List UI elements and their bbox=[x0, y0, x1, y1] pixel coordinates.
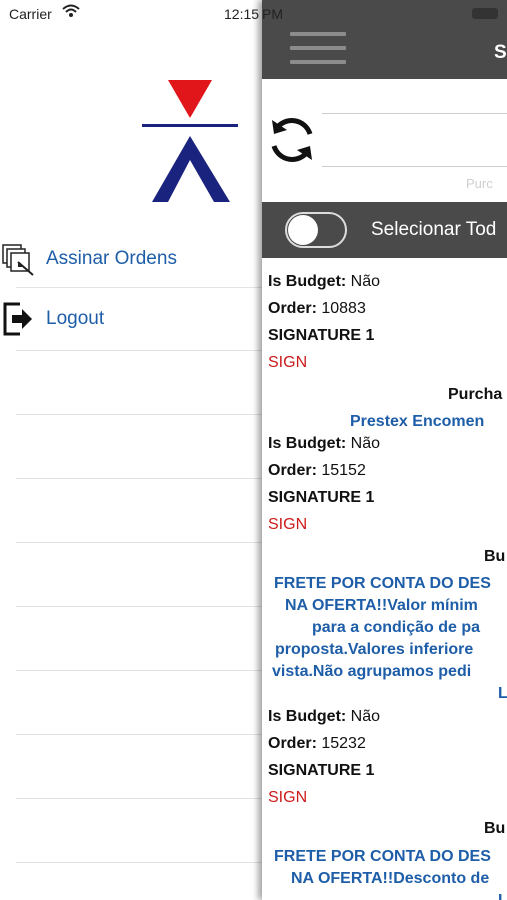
sign-button[interactable]: SIGN bbox=[268, 511, 380, 538]
divider bbox=[16, 542, 262, 543]
divider bbox=[16, 862, 262, 863]
battery-icon bbox=[472, 8, 498, 19]
is-budget-label: Is Budget: bbox=[268, 273, 347, 290]
note-text: FRETE POR CONTA DO DES NA OFERTA!!Valor … bbox=[272, 573, 507, 705]
menu-item-label: Assinar Ordens bbox=[46, 248, 177, 269]
nav-title: S bbox=[494, 42, 507, 63]
order-number: 15232 bbox=[321, 735, 366, 752]
note-line: Lt bbox=[272, 890, 507, 900]
order-label: Order: bbox=[268, 735, 317, 752]
clock-hours: 12:15 bbox=[224, 6, 260, 22]
order-label: Order: bbox=[268, 462, 317, 479]
order-card[interactable]: Is Budget: Não Order: 15232 SIGNATURE 1 … bbox=[268, 703, 380, 811]
orders-panel: S Purc Selecionar Tod Is Budget: Não Ord… bbox=[262, 0, 507, 900]
search-input[interactable] bbox=[322, 113, 507, 167]
is-budget-label: Is Budget: bbox=[268, 708, 347, 725]
divider bbox=[16, 414, 262, 415]
select-all-bar: Selecionar Tod bbox=[262, 202, 507, 258]
note-title: Purcha bbox=[448, 386, 503, 403]
side-drawer: Assinar Ordens Logout bbox=[0, 0, 262, 900]
search-placeholder: Purc bbox=[466, 176, 493, 191]
carrier-label: Carrier bbox=[9, 6, 52, 22]
order-label: Order: bbox=[268, 300, 317, 317]
menu-item-label: Logout bbox=[46, 308, 105, 329]
order-number: 15152 bbox=[321, 462, 366, 479]
divider bbox=[16, 478, 262, 479]
divider bbox=[16, 734, 262, 735]
order-card[interactable]: Is Budget: Não Order: 15152 SIGNATURE 1 … bbox=[268, 430, 380, 538]
logout-icon bbox=[2, 302, 36, 336]
hamburger-menu-icon[interactable] bbox=[290, 32, 346, 70]
note-text: FRETE POR CONTA DO DES NA OFERTA!!Descon… bbox=[272, 846, 507, 900]
signature-label: SIGNATURE 1 bbox=[268, 762, 375, 779]
is-budget-label: Is Budget: bbox=[268, 435, 347, 452]
sign-button[interactable]: SIGN bbox=[268, 349, 380, 376]
note-title: Bu bbox=[484, 820, 506, 837]
note-line: para a condição de pa bbox=[312, 619, 481, 636]
stack-edit-icon bbox=[2, 242, 36, 276]
menu-item-logout[interactable]: Logout bbox=[0, 288, 262, 350]
signature-label: SIGNATURE 1 bbox=[268, 489, 375, 506]
is-budget-value: Não bbox=[350, 708, 381, 725]
signature-label: SIGNATURE 1 bbox=[268, 327, 375, 344]
is-budget-value: Não bbox=[350, 435, 381, 452]
note-line: FRETE POR CONTA DO DES bbox=[274, 575, 491, 592]
divider bbox=[16, 350, 262, 351]
note-line: NA OFERTA!!Valor mínim bbox=[285, 597, 478, 614]
refresh-icon[interactable] bbox=[266, 112, 318, 168]
company-logo bbox=[142, 80, 238, 202]
note-line: NA OFERTA!!Desconto de bbox=[291, 870, 490, 887]
clock-ampm: PM bbox=[262, 6, 283, 22]
divider bbox=[16, 670, 262, 671]
divider bbox=[16, 606, 262, 607]
note-line: Lt bbox=[498, 685, 507, 702]
status-bar: Carrier 12:15 PM bbox=[0, 0, 507, 28]
note-line: proposta.Valores inferiore bbox=[275, 641, 474, 658]
note-title: Bu bbox=[484, 548, 506, 565]
note-line: vista.Não agrupamos pedi bbox=[272, 663, 472, 680]
sign-button[interactable]: SIGN bbox=[268, 784, 380, 811]
is-budget-value: Não bbox=[350, 273, 381, 290]
select-all-label: Selecionar Tod bbox=[371, 219, 497, 240]
order-card[interactable]: Is Budget: Não Order: 10883 SIGNATURE 1 … bbox=[268, 268, 380, 376]
note-line: FRETE POR CONTA DO DES bbox=[274, 848, 491, 865]
menu-item-assinar-ordens[interactable]: Assinar Ordens bbox=[0, 228, 262, 290]
wifi-icon bbox=[62, 4, 80, 21]
select-all-toggle[interactable] bbox=[285, 212, 347, 248]
order-number: 10883 bbox=[321, 300, 366, 317]
divider bbox=[16, 798, 262, 799]
